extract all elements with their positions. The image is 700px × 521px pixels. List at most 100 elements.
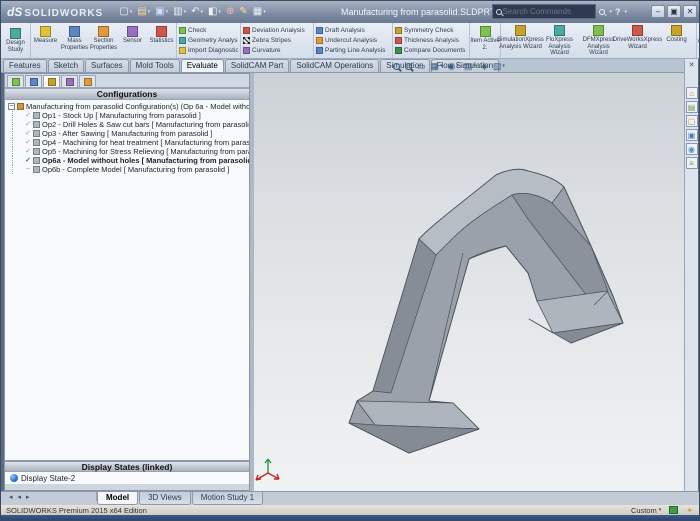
config-row-op1[interactable]: Op1 - Stock Up [ Manufacturing from para… [8,111,249,120]
view-orientation-button[interactable] [431,60,443,72]
geometry-analysis-button[interactable]: Geometry Analysis [179,36,238,46]
zoom-to-area-button[interactable] [405,63,412,70]
help-button[interactable]: ? [615,7,621,17]
config-root-row[interactable]: Manufacturing from parasolid Configurati… [8,102,249,111]
active-item-button[interactable]: Item Active 2. [470,23,500,58]
design-library-icon[interactable] [686,101,698,113]
section-properties-button[interactable]: Section Properties [89,23,118,58]
featuremanager-tree-icon [12,78,20,86]
deviation-analysis-icon [243,27,250,34]
options-button[interactable] [237,4,249,20]
section-view-button[interactable] [417,60,426,72]
config-row-op2[interactable]: Op2 - Drill Holes & Saw cut bars [ Manuf… [8,120,249,129]
deviation-analysis-button[interactable]: Deviation Analysis [243,26,311,36]
tab-configuration-manager[interactable] [43,75,60,87]
chevron-down-icon[interactable] [609,9,612,15]
tab-features[interactable]: Features [3,59,47,72]
undo-button[interactable] [189,4,205,20]
file-explorer-icon[interactable] [686,115,698,127]
config-row-op3[interactable]: Op3 - After Sawing [ Manufacturing from … [8,129,249,138]
hide-show-items-button[interactable] [464,60,476,72]
curvature-button[interactable]: Curvature [243,46,311,56]
config-state-icon [24,111,32,120]
draft-analysis-button[interactable]: Draft Analysis [316,26,390,36]
mass-properties-button[interactable]: Mass Properties [60,23,89,58]
config-row-op6b[interactable]: Op6b - Complete Model [ Manufacturing fr… [8,165,249,174]
driveworksxpress-wizard-button[interactable]: DriveWorksXpress Wizard [618,23,657,58]
view-palette-icon[interactable] [686,129,698,141]
task-pane-close-icon[interactable] [689,61,695,69]
scroll-left-icon[interactable]: ◂ [9,493,13,501]
floxpress-wizard-button[interactable]: FloXpress Analysis Wizard [540,23,579,58]
config-row-op5[interactable]: Op5 - Machining for Stress Relieving [ M… [8,147,249,156]
units-label: Custom [631,506,657,515]
tab-3d-views[interactable]: 3D Views [139,492,191,505]
chevron-down-icon [473,60,476,72]
collapse-expander-icon[interactable] [8,103,15,110]
tab-sketch[interactable]: Sketch [48,59,84,72]
config-row-op6a-active[interactable]: Op6a - Model without holes [ Manufacturi… [8,156,249,165]
tab-featuremanager-tree[interactable] [7,75,24,87]
thickness-analysis-button[interactable]: Thickness Analysis [395,36,467,46]
maximize-button[interactable] [667,5,681,18]
simulationxpress-wizard-button[interactable]: SimulationXpress Analysis Wizard [501,23,540,58]
tab-solidcam-part[interactable]: SolidCAM Part [225,59,289,72]
display-state-row[interactable]: Display State-2 [5,472,249,484]
appearances-scenes-icon[interactable] [686,143,698,155]
tab-scroll-controls[interactable]: ◂ ◂ ▸ [1,492,97,501]
compare-documents-button[interactable]: Compare Documents [395,46,467,56]
new-file-button[interactable] [117,4,134,20]
open-file-button[interactable] [135,4,152,20]
check-button[interactable]: Check [179,26,238,36]
tab-mold-tools[interactable]: Mold Tools [130,59,180,72]
tab-model[interactable]: Model [97,492,138,505]
file-properties-button[interactable] [251,4,268,20]
edit-appearance-icon [481,60,488,72]
measure-button[interactable]: Measure [31,23,60,58]
parting-line-analysis-button[interactable]: Parting Line Analysis [316,46,390,56]
statistics-button[interactable]: Statistics [147,23,176,58]
close-button[interactable] [683,5,697,18]
search-input[interactable] [502,7,592,16]
solidworks-resources-icon[interactable] [686,87,698,99]
tab-motion-study-1[interactable]: Motion Study 1 [192,492,263,505]
import-diagnostics-button[interactable]: Import Diagnostics [179,46,238,56]
undercut-analysis-button[interactable]: Undercut Analysis [316,36,390,46]
zoom-to-fit-button[interactable] [393,63,400,70]
scroll-left-icon[interactable]: ◂ [18,493,22,501]
minimize-button[interactable] [651,5,665,18]
zebra-stripes-button[interactable]: Zebra Stripes [243,36,311,46]
tag-icon[interactable] [686,506,693,515]
graphics-area[interactable] [254,73,684,491]
model-3d[interactable] [254,73,684,491]
custom-properties-icon[interactable] [686,157,698,169]
design-study-button[interactable]: Design Study [1,23,30,58]
chevron-down-icon[interactable] [624,9,627,15]
tab-dimxpert-manager[interactable] [61,75,78,87]
tab-evaluate[interactable]: Evaluate [181,59,224,72]
config-row-op4[interactable]: Op4 - Machining for heat treatment [ Man… [8,138,249,147]
print-button[interactable] [171,4,188,20]
rebuild-button[interactable] [224,4,236,20]
symmetry-check-button[interactable]: Symmetry Check [395,26,467,36]
save-button[interactable] [153,4,170,20]
display-style-icon [448,60,456,72]
select-button[interactable] [206,4,223,20]
configuration-icon [33,166,40,173]
search-scope-icon[interactable] [599,9,605,15]
document-tab-bar: ◂ ◂ ▸ Model 3D Views Motion Study 1 [1,491,700,505]
sensor-button[interactable]: Sensor [118,23,147,58]
apply-scene-button[interactable] [493,60,505,72]
parting-line-analysis-icon [316,47,323,54]
tab-display-manager[interactable] [79,75,96,87]
tab-solidcam-operations[interactable]: SolidCAM Operations [290,59,379,72]
display-style-button[interactable] [448,60,459,72]
edit-appearance-button[interactable] [481,60,488,72]
search-commands-box[interactable] [492,4,596,19]
new-file-icon [119,4,128,20]
costing-button[interactable]: Costing [657,23,696,58]
scroll-right-icon[interactable]: ▸ [26,493,30,501]
tab-surfaces[interactable]: Surfaces [85,59,129,72]
tab-property-manager[interactable] [25,75,42,87]
units-dropdown[interactable]: Custom [631,506,661,515]
